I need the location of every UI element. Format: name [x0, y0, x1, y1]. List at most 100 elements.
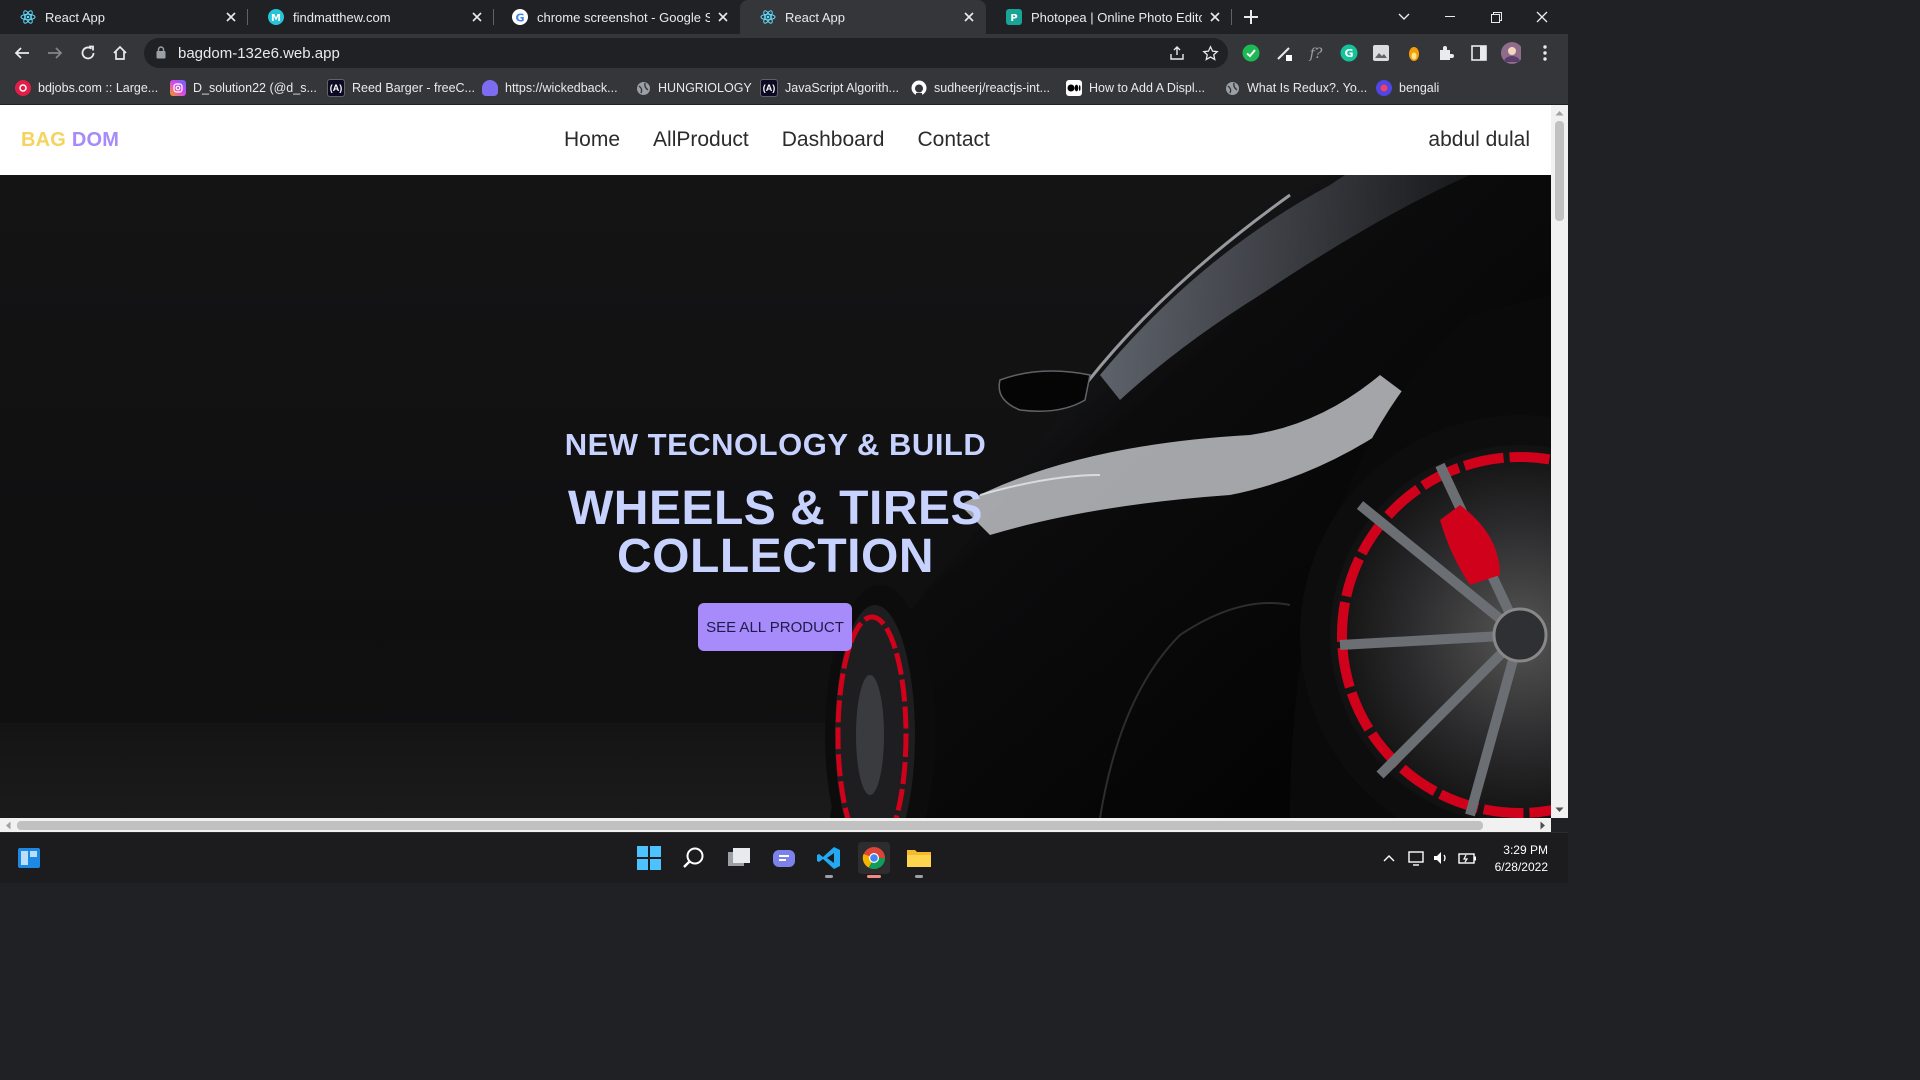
tab-search-button[interactable] [1381, 0, 1427, 34]
teams-chat-icon[interactable] [768, 842, 800, 874]
scroll-right-arrow[interactable] [1540, 821, 1546, 830]
browser-toolbar: bagdom-132e6.web.app f? G [0, 34, 1568, 72]
battery-icon[interactable] [1458, 849, 1476, 867]
bookmark-medium-display[interactable]: How to Add A Displ... [1066, 79, 1205, 97]
image-extension-icon[interactable] [1371, 43, 1391, 63]
chrome-menu-icon[interactable] [1535, 43, 1555, 63]
bookmark-label: D_solution22 (@d_s... [193, 81, 317, 95]
system-clock[interactable]: 3:29 PM 6/28/2022 [1495, 842, 1548, 876]
bookmark-what-is-redux[interactable]: What Is Redux?. Yo... [1224, 79, 1367, 97]
see-all-product-button[interactable]: SEE ALL PRODUCT [698, 603, 852, 651]
scroll-left-arrow[interactable] [5, 821, 11, 830]
side-panel-icon[interactable] [1469, 43, 1489, 63]
restore-button[interactable] [1473, 0, 1519, 34]
svg-text:P: P [1010, 13, 1017, 24]
globe-icon [1224, 80, 1240, 96]
horizontal-scroll-thumb[interactable] [17, 821, 1483, 830]
bookmark-instagram[interactable]: D_solution22 (@d_s... [170, 79, 317, 97]
vertical-scrollbar[interactable] [1551, 105, 1568, 818]
lock-icon[interactable] [156, 46, 166, 64]
pen-extension-icon[interactable] [1274, 43, 1294, 63]
extension-green-icon[interactable] [1241, 43, 1261, 63]
task-view-icon[interactable] [723, 842, 755, 874]
tab-react-app-1[interactable]: React App [0, 0, 248, 34]
user-name[interactable]: abdul dulal [1428, 128, 1530, 152]
bdjobs-icon [15, 80, 31, 96]
url-text[interactable]: bagdom-132e6.web.app [178, 45, 340, 62]
chrome-taskbar-icon[interactable] [858, 842, 890, 878]
address-bar[interactable]: bagdom-132e6.web.app [144, 38, 1228, 68]
bookmark-freecodecamp[interactable]: (A) Reed Barger - freeC... [327, 79, 475, 97]
search-icon[interactable] [678, 842, 710, 874]
bookmark-star-icon[interactable] [1201, 44, 1219, 62]
brand-logo[interactable]: BAG DOM [21, 129, 119, 152]
freecodecamp-icon: (A) [760, 79, 778, 97]
widgets-icon[interactable] [13, 842, 45, 874]
bookmark-github-sudheerj[interactable]: sudheerj/reactjs-int... [911, 79, 1050, 97]
page-viewport: BAG DOM Home AllProduct Dashboard Contac… [0, 105, 1551, 818]
start-icon[interactable] [633, 842, 665, 874]
fire-extension-icon[interactable] [1404, 43, 1424, 63]
bookmark-bengali[interactable]: bengali [1376, 79, 1439, 97]
extensions-puzzle-icon[interactable] [1436, 43, 1456, 63]
site-menu: Home AllProduct Dashboard Contact [564, 128, 1023, 152]
wicked-icon [482, 80, 498, 96]
bookmark-hungriology[interactable]: HUNGRIOLOGY [635, 79, 752, 97]
tab-title: React App [45, 9, 105, 25]
bookmark-label: HUNGRIOLOGY [658, 81, 752, 95]
close-tab-icon[interactable] [1208, 10, 1222, 24]
horizontal-scrollbar[interactable] [0, 818, 1551, 832]
network-icon[interactable] [1408, 849, 1426, 867]
bookmark-label: How to Add A Displ... [1089, 81, 1206, 95]
tab-google-search[interactable]: G chrome screenshot - Google Sea [492, 0, 740, 34]
scroll-down-arrow[interactable] [1555, 807, 1564, 813]
tab-strip: React App M findmatthew.com G chrome scr… [0, 0, 1568, 34]
minimize-button[interactable] [1427, 0, 1473, 34]
nav-allproduct[interactable]: AllProduct [653, 128, 749, 152]
vscode-icon[interactable] [813, 842, 845, 878]
bookmark-label: bdjobs.com :: Large... [38, 81, 159, 95]
formula-extension-icon[interactable]: f? [1306, 43, 1326, 63]
close-tab-icon[interactable] [962, 10, 976, 24]
bookmark-javascript-algorithms[interactable]: (A) JavaScript Algorith... [760, 79, 899, 97]
windows-taskbar: 3:29 PM 6/28/2022 [0, 832, 1568, 883]
instagram-icon [170, 80, 186, 96]
bookmark-label: sudheerj/reactjs-int... [934, 81, 1051, 95]
tab-title: findmatthew.com [293, 9, 391, 25]
photopea-icon: P [1006, 9, 1022, 25]
profile-avatar[interactable] [1501, 42, 1521, 64]
volume-icon[interactable] [1432, 849, 1450, 867]
vertical-scroll-thumb[interactable] [1555, 121, 1564, 221]
brand-part-2: DOM [71, 129, 120, 151]
bookmark-wickedbackground[interactable]: https://wickedback... [482, 79, 618, 97]
tab-findmatthew[interactable]: M findmatthew.com [248, 0, 494, 34]
close-tab-icon[interactable] [716, 10, 730, 24]
new-tab-button[interactable] [1240, 6, 1262, 28]
scroll-up-arrow[interactable] [1555, 110, 1564, 116]
tab-photopea[interactable]: P Photopea | Online Photo Editor [986, 0, 1232, 34]
nav-dashboard[interactable]: Dashboard [782, 128, 885, 152]
forward-button[interactable] [43, 41, 67, 65]
active-indicator [867, 875, 881, 878]
tab-react-app-active[interactable]: React App [740, 0, 986, 34]
back-button[interactable] [10, 41, 34, 65]
svg-text:f?: f? [1309, 46, 1323, 62]
bookmark-bdjobs[interactable]: bdjobs.com :: Large... [15, 79, 158, 97]
close-tab-icon[interactable] [470, 10, 484, 24]
nav-home[interactable]: Home [564, 128, 620, 152]
home-button[interactable] [108, 41, 132, 65]
close-tab-icon[interactable] [224, 10, 238, 24]
bengali-icon [1376, 80, 1392, 96]
bookmark-label: What Is Redux?. Yo... [1247, 81, 1368, 95]
show-hidden-icons-chevron-icon[interactable] [1380, 849, 1398, 867]
bookmark-label: JavaScript Algorith... [785, 81, 899, 95]
react-icon [20, 9, 36, 25]
tab-separator [1231, 9, 1232, 25]
share-icon[interactable] [1168, 44, 1186, 62]
nav-contact[interactable]: Contact [917, 128, 989, 152]
close-window-button[interactable] [1519, 0, 1565, 34]
file-explorer-icon[interactable] [903, 842, 935, 878]
bookmark-label: bengali [1399, 81, 1440, 95]
grammarly-icon[interactable]: G [1339, 43, 1359, 63]
reload-button[interactable] [76, 41, 100, 65]
